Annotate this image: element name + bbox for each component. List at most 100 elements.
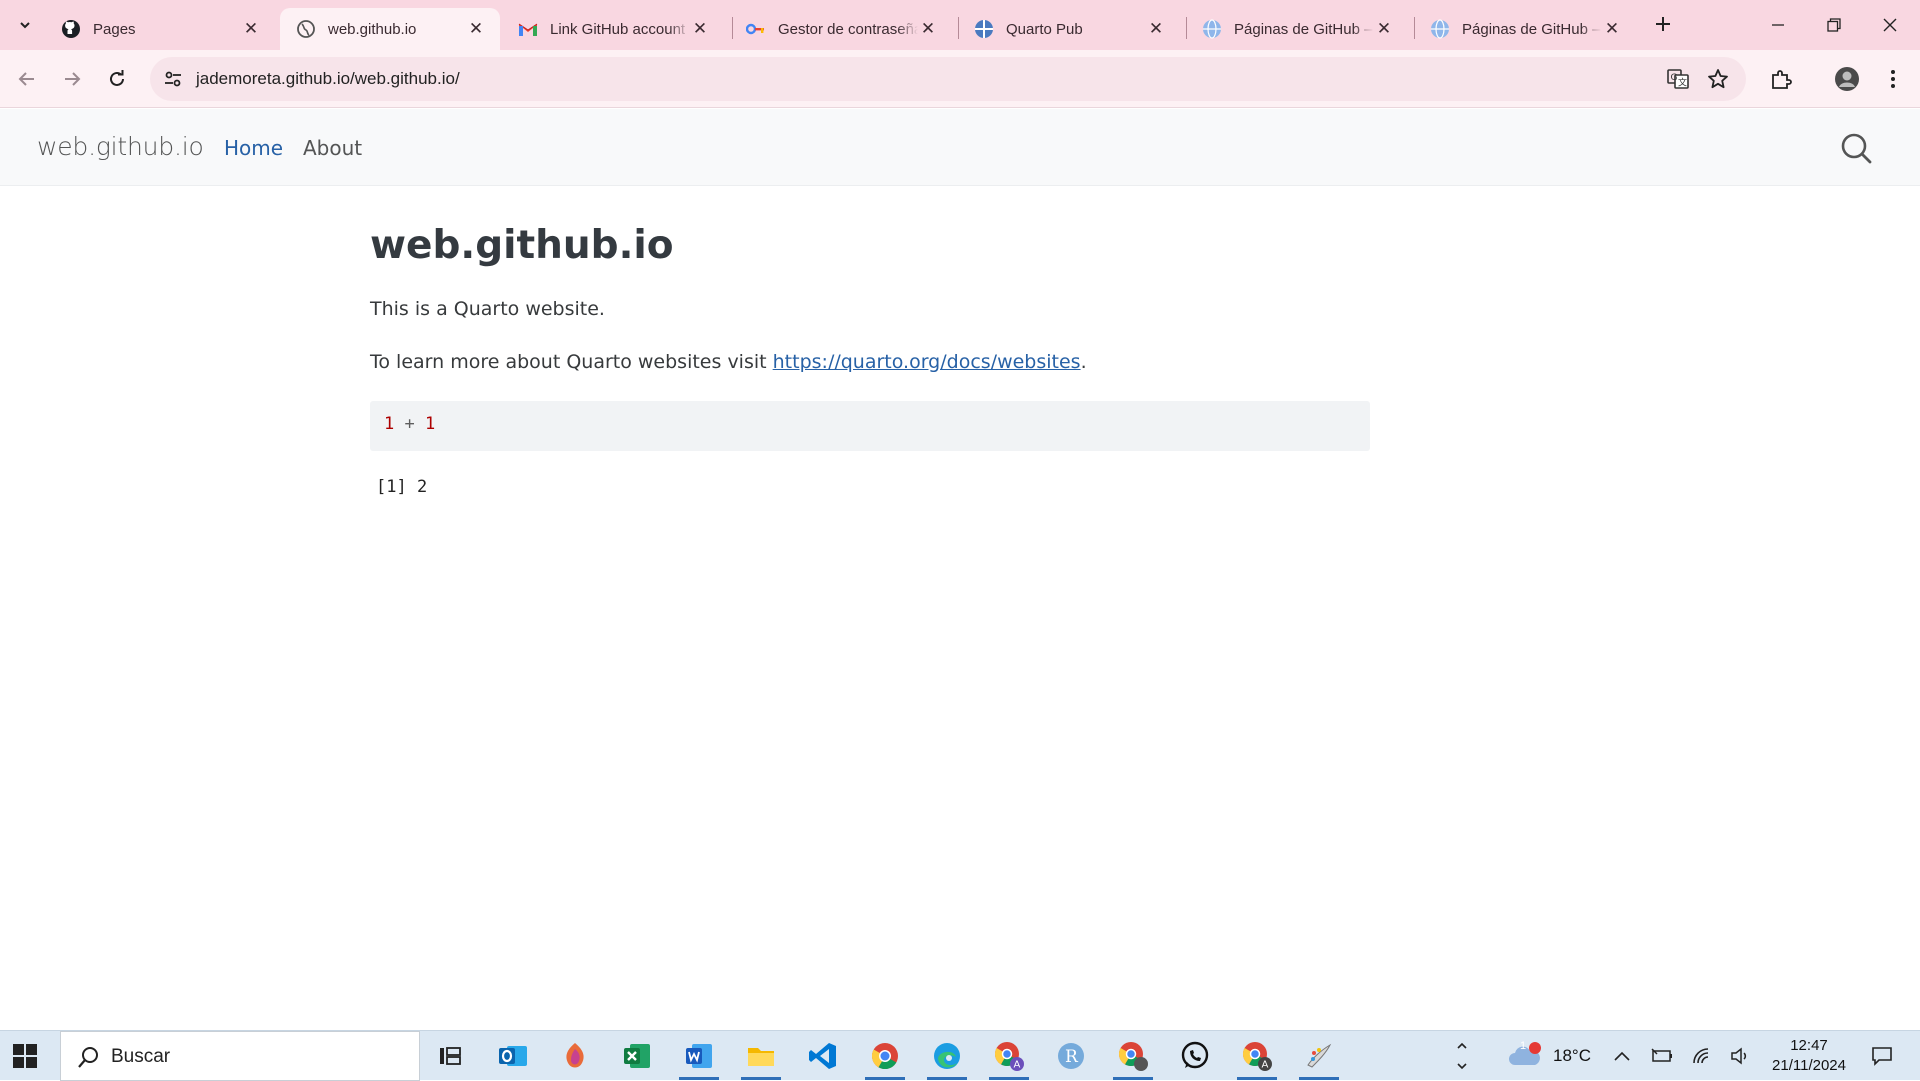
chrome-app[interactable] — [861, 1034, 909, 1080]
close-tab-icon[interactable]: ✕ — [918, 19, 938, 39]
new-tab-button[interactable] — [1650, 11, 1676, 37]
weather-widget[interactable]: 1 18°C — [1494, 1031, 1604, 1081]
reload-button[interactable] — [100, 62, 134, 96]
paint-icon — [1307, 1043, 1332, 1068]
tab-quarto-pub[interactable]: Quarto Pub ✕ — [958, 8, 1180, 50]
tab-title: Páginas de GitHub – — [1462, 20, 1601, 38]
code-operand: 1 — [424, 414, 436, 434]
close-tab-icon[interactable]: ✕ — [241, 19, 261, 39]
nav-link-about[interactable]: About — [303, 136, 362, 160]
globe-icon — [1202, 19, 1222, 39]
translate-icon[interactable]: G文 — [1666, 67, 1690, 91]
tab-title: Link GitHub account — [550, 20, 686, 38]
nav-link-home[interactable]: Home — [224, 136, 283, 160]
search-placeholder: Buscar — [111, 1046, 171, 1067]
chevron-up-icon — [1614, 1051, 1630, 1061]
code-block: 1 + 1 — [370, 401, 1370, 451]
search-icon — [78, 1047, 98, 1068]
forward-button[interactable] — [55, 62, 89, 96]
file-explorer-app[interactable] — [737, 1034, 785, 1080]
bookmark-star-icon[interactable] — [1706, 67, 1730, 91]
extensions-button[interactable] — [1764, 62, 1798, 96]
tab-paginas-github-2[interactable]: Páginas de GitHub – ✕ — [1414, 8, 1636, 50]
windows-start-icon[interactable] — [12, 1043, 38, 1069]
vscode-app[interactable] — [799, 1034, 847, 1078]
clock-date: 21/11/2024 — [1772, 1057, 1846, 1074]
arrow-left-icon — [18, 72, 34, 86]
close-tab-icon[interactable]: ✕ — [466, 19, 486, 39]
chrome-profile-app[interactable]: A — [1233, 1034, 1281, 1080]
speaker-icon — [1731, 1047, 1747, 1065]
page-title: web.github.io — [370, 223, 674, 268]
paint-app[interactable] — [1295, 1034, 1343, 1080]
word-icon — [686, 1044, 712, 1068]
network-tray[interactable] — [1686, 1031, 1718, 1081]
whatsapp-app[interactable] — [1171, 1034, 1219, 1078]
copilot-app[interactable] — [551, 1034, 599, 1078]
close-tab-icon[interactable]: ✕ — [1146, 19, 1166, 39]
clock[interactable]: 12:47 21/11/2024 — [1764, 1036, 1854, 1076]
tab-paginas-github-1[interactable]: Páginas de GitHub – ✕ — [1186, 8, 1408, 50]
chrome-profile-app[interactable] — [1109, 1034, 1157, 1080]
close-icon — [1883, 18, 1897, 32]
globe-icon — [1430, 19, 1450, 39]
task-view-button[interactable] — [426, 1034, 474, 1078]
site-brand[interactable]: web.github.io — [37, 132, 204, 161]
tab-strip: Pages ✕ web.github.io ✕ Link GitHub acco… — [0, 0, 1920, 50]
tab-link-github-account[interactable]: Link GitHub account ✕ — [502, 8, 724, 50]
close-tab-icon[interactable]: ✕ — [1374, 19, 1394, 39]
minimize-icon — [1772, 24, 1784, 26]
taskbar-search-box[interactable]: Buscar — [60, 1031, 420, 1081]
site-settings-icon[interactable] — [162, 68, 184, 90]
windows-taskbar: Buscar A R A 1 18°C 12:47 21/11/2024 — [0, 1030, 1920, 1081]
tab-web-github-io[interactable]: web.github.io ✕ — [280, 8, 500, 50]
close-tab-icon[interactable]: ✕ — [690, 19, 710, 39]
code-output: [1] 2 — [376, 477, 428, 497]
tab-title: Páginas de GitHub – — [1234, 20, 1373, 38]
profile-avatar[interactable] — [1830, 62, 1864, 96]
task-view-icon — [440, 1047, 461, 1065]
clock-time: 12:47 — [1790, 1037, 1828, 1054]
minimize-button[interactable] — [1750, 0, 1806, 50]
chrome-profile-icon — [1118, 1042, 1148, 1071]
word-app[interactable] — [675, 1034, 723, 1080]
taskbar-scroll[interactable] — [1450, 1031, 1474, 1081]
edge-app[interactable] — [923, 1034, 971, 1080]
chevron-up-down-icon — [1457, 1042, 1467, 1070]
weather-temp: 18°C — [1553, 1046, 1591, 1065]
battery-tray[interactable] — [1646, 1031, 1678, 1081]
learn-more-suffix: . — [1080, 351, 1087, 373]
close-window-button[interactable] — [1862, 0, 1918, 50]
weather-badge: 1 — [1520, 1040, 1527, 1052]
excel-app[interactable] — [613, 1034, 661, 1078]
code-operand: 1 — [384, 414, 395, 434]
chrome-profile-app[interactable]: A — [985, 1034, 1033, 1080]
globe-icon — [296, 19, 316, 39]
quarto-docs-link[interactable]: https://quarto.org/docs/websites — [773, 351, 1081, 373]
close-tab-icon[interactable]: ✕ — [1602, 19, 1622, 39]
restore-icon — [1827, 18, 1841, 32]
tab-pages[interactable]: Pages ✕ — [45, 8, 275, 50]
address-bar[interactable]: jademoreta.github.io/web.github.io/ G文 — [150, 57, 1746, 101]
outlook-icon — [499, 1046, 527, 1066]
url-text[interactable]: jademoreta.github.io/web.github.io/ — [196, 69, 460, 89]
restore-button[interactable] — [1806, 0, 1862, 50]
show-hidden-icons-button[interactable] — [1606, 1031, 1638, 1081]
notification-icon — [1872, 1047, 1892, 1066]
tab-password-manager[interactable]: Gestor de contraseñas ✕ — [730, 8, 952, 50]
notifications-button[interactable] — [1862, 1031, 1902, 1081]
svg-text:G: G — [1671, 73, 1678, 83]
outlook-app[interactable] — [489, 1034, 537, 1078]
more-vertical-icon — [1891, 70, 1895, 88]
volume-tray[interactable] — [1724, 1031, 1756, 1081]
folder-icon — [748, 1048, 774, 1066]
intro-text: This is a Quarto website. — [370, 298, 605, 320]
back-button[interactable] — [10, 62, 44, 96]
svg-text:A: A — [1014, 1060, 1021, 1071]
r-project-app[interactable]: R — [1047, 1034, 1095, 1078]
search-icon[interactable] — [1840, 132, 1872, 164]
puzzle-icon — [1772, 70, 1792, 89]
tab-search-button[interactable] — [10, 10, 40, 40]
browser-menu-button[interactable] — [1876, 62, 1910, 96]
tab-title: Gestor de contraseñas — [778, 20, 918, 38]
